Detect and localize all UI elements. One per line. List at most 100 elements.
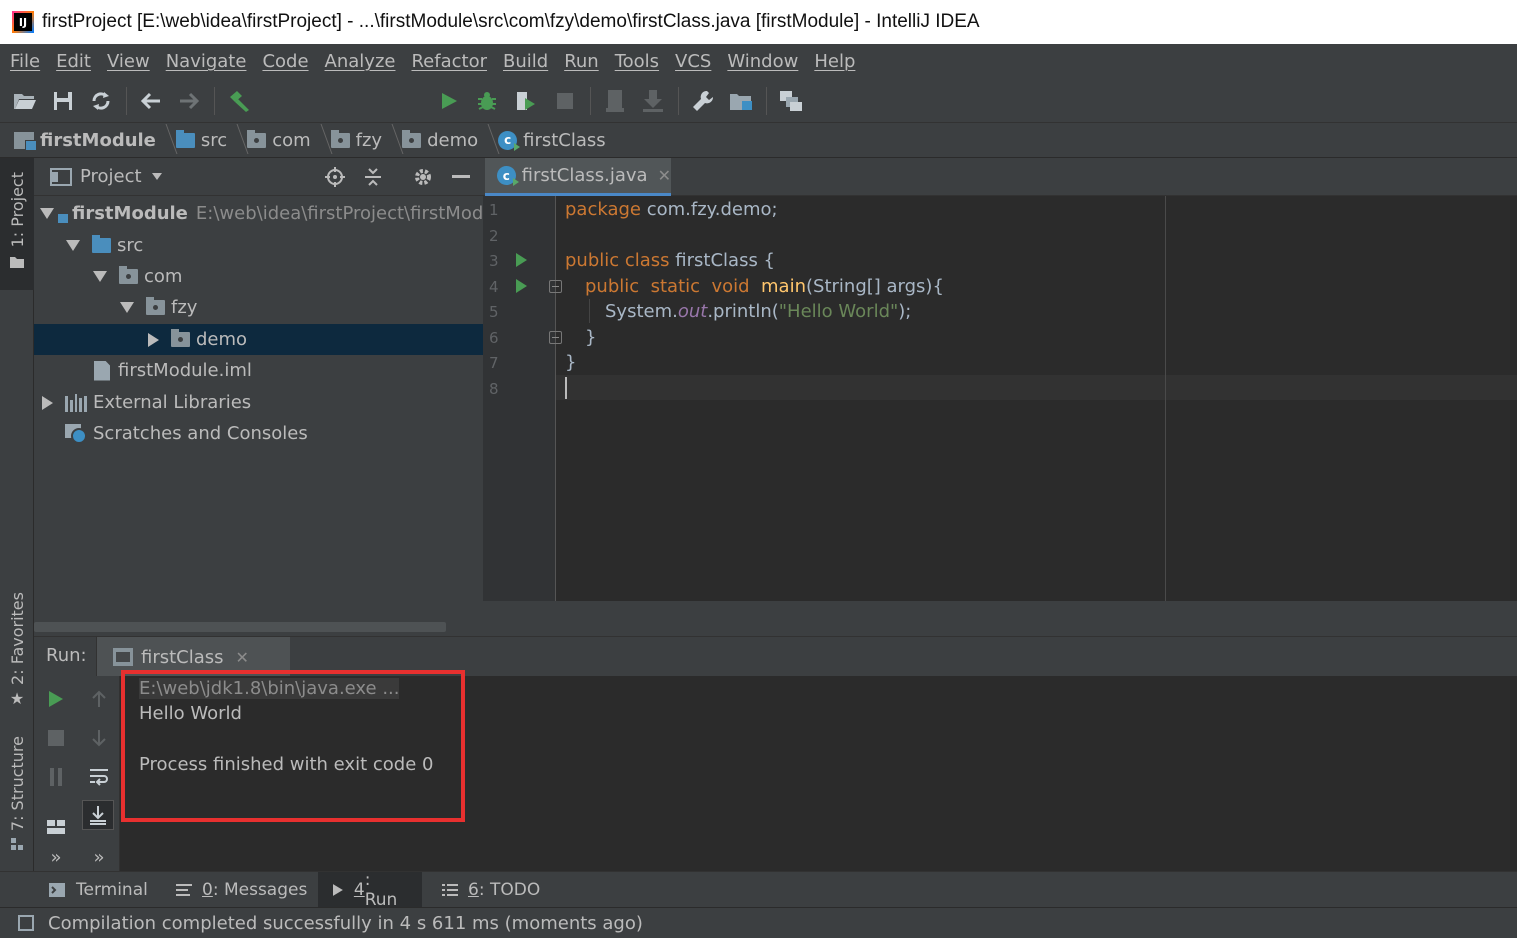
breadcrumb: firstModule src com fzy demo c firstClas… — [0, 123, 1517, 158]
build-hammer-icon[interactable] — [226, 88, 252, 114]
tool-tab-run[interactable]: 4: Run — [318, 870, 422, 910]
run-gutter-icon[interactable] — [516, 279, 527, 293]
breadcrumb-item-src[interactable]: src — [175, 129, 239, 151]
breadcrumb-item-com[interactable]: com — [247, 129, 322, 151]
fold-marker-icon[interactable] — [549, 280, 562, 293]
up-arrow-icon[interactable] — [86, 686, 112, 712]
tree-node-scratches[interactable]: Scratches and Consoles — [34, 418, 483, 449]
code-editor[interactable]: 1 2 3 4 5 6 7 8 package com.fzy.demo; pu… — [483, 196, 1517, 601]
tree-node-demo[interactable]: demo — [34, 324, 483, 355]
tree-node-src[interactable]: src — [34, 230, 483, 261]
project-view-selector[interactable]: Project — [80, 166, 142, 187]
tool-tab-structure[interactable]: 7: Structure — [0, 736, 34, 856]
vcs-commit-icon[interactable] — [640, 88, 666, 114]
tree-node-external-libraries[interactable]: External Libraries — [34, 387, 483, 418]
expanded-arrow-icon[interactable] — [93, 271, 107, 282]
rerun-icon[interactable] — [43, 686, 69, 712]
project-tree: firstModule E:\web\idea\firstProject\fir… — [34, 196, 483, 636]
open-folder-icon[interactable] — [12, 88, 38, 114]
scroll-to-end-icon[interactable] — [82, 800, 114, 830]
vcs-update-icon[interactable] — [602, 88, 628, 114]
project-horizontal-scrollbar[interactable] — [34, 622, 446, 632]
chevron-down-icon[interactable] — [151, 173, 162, 180]
right-margin-guide — [1165, 196, 1166, 601]
layout-icon[interactable] — [43, 814, 69, 840]
menu-view[interactable]: View — [99, 51, 158, 72]
fold-marker-icon[interactable] — [549, 331, 562, 344]
tree-node-iml[interactable]: firstModule.iml — [34, 355, 483, 386]
sdk-icon[interactable] — [778, 88, 804, 114]
iml-file-icon — [94, 360, 110, 381]
save-icon[interactable] — [50, 88, 76, 114]
menu-vcs[interactable]: VCS — [667, 51, 719, 72]
tree-node-fzy[interactable]: fzy — [34, 292, 483, 323]
toggle-tool-windows-icon[interactable] — [18, 915, 34, 931]
down-arrow-icon[interactable] — [86, 725, 112, 751]
annotation-highlight-box — [121, 670, 465, 822]
editor-bottom-area — [483, 601, 1517, 636]
messages-icon — [176, 884, 192, 896]
close-icon[interactable]: ✕ — [236, 648, 249, 667]
tool-tab-terminal[interactable]: Terminal — [34, 872, 162, 908]
debug-icon[interactable] — [474, 88, 500, 114]
project-structure-icon[interactable] — [728, 88, 754, 114]
window-title: firstProject [E:\web\idea\firstProject] … — [42, 11, 980, 32]
menu-file[interactable]: File — [2, 51, 48, 72]
stop-icon[interactable] — [43, 725, 69, 751]
package-icon — [119, 266, 138, 284]
run-gutter-icon[interactable] — [516, 253, 527, 267]
collapsed-arrow-icon[interactable] — [42, 395, 53, 410]
project-view-icon — [50, 167, 72, 186]
more-chevron-icon[interactable]: » — [86, 844, 112, 870]
tool-tab-project[interactable]: 1: Project — [0, 158, 34, 290]
menu-help[interactable]: Help — [806, 51, 863, 72]
locate-crosshair-icon[interactable] — [324, 166, 346, 188]
gear-icon[interactable] — [412, 166, 434, 188]
tool-tab-messages[interactable]: 0: Messages — [162, 872, 321, 908]
soft-wrap-icon[interactable] — [86, 764, 112, 790]
expanded-arrow-icon[interactable] — [120, 302, 134, 313]
menu-refactor[interactable]: Refactor — [403, 51, 495, 72]
breadcrumb-item-fzy[interactable]: fzy — [330, 129, 394, 151]
tree-node-com[interactable]: com — [34, 261, 483, 292]
editor-tab-firstclass[interactable]: c firstClass.java ✕ — [485, 158, 671, 196]
close-icon[interactable]: ✕ — [658, 166, 671, 185]
module-icon — [14, 131, 37, 151]
source-folder-icon — [92, 235, 111, 253]
line-number: 7 — [489, 354, 499, 372]
settings-wrench-icon[interactable] — [690, 88, 716, 114]
collapsed-arrow-icon[interactable] — [148, 332, 159, 347]
menu-build[interactable]: Build — [495, 51, 556, 72]
structure-icon — [11, 838, 23, 851]
stop-icon[interactable] — [552, 88, 578, 114]
bottom-tool-tabs: Terminal 0: Messages 4: Run 6: TODO — [0, 870, 1517, 910]
breadcrumb-item-class[interactable]: c firstClass — [498, 130, 618, 151]
star-icon: ★ — [9, 688, 25, 708]
tool-tab-todo[interactable]: 6: TODO — [428, 872, 554, 908]
expanded-arrow-icon[interactable] — [40, 208, 54, 219]
menu-run[interactable]: Run — [556, 51, 607, 72]
more-chevron-icon[interactable]: » — [43, 844, 69, 870]
menu-window[interactable]: Window — [719, 51, 806, 72]
menu-bar: File Edit View Navigate Code Analyze Ref… — [0, 44, 1517, 79]
sync-icon[interactable] — [88, 88, 114, 114]
menu-edit[interactable]: Edit — [48, 51, 99, 72]
coverage-icon[interactable] — [512, 88, 538, 114]
back-arrow-icon[interactable] — [138, 88, 164, 114]
hide-panel-icon[interactable] — [450, 166, 472, 188]
expanded-arrow-icon[interactable] — [66, 240, 80, 251]
tool-tab-favorites[interactable]: 2: Favorites ★ — [0, 588, 34, 713]
breadcrumb-item-demo[interactable]: demo — [402, 129, 490, 151]
breadcrumb-item-module[interactable]: firstModule — [14, 130, 168, 151]
menu-analyze[interactable]: Analyze — [317, 51, 404, 72]
forward-arrow-icon[interactable] — [176, 88, 202, 114]
collapse-all-icon[interactable] — [362, 166, 384, 188]
menu-code[interactable]: Code — [254, 51, 316, 72]
code-line-3: public class firstClass { — [565, 250, 776, 271]
menu-navigate[interactable]: Navigate — [158, 51, 255, 72]
line-number: 6 — [489, 329, 499, 347]
menu-tools[interactable]: Tools — [607, 51, 667, 72]
pause-icon[interactable] — [43, 764, 69, 790]
run-icon[interactable] — [436, 88, 462, 114]
tree-node-module[interactable]: firstModule E:\web\idea\firstProject\fir… — [34, 198, 483, 229]
